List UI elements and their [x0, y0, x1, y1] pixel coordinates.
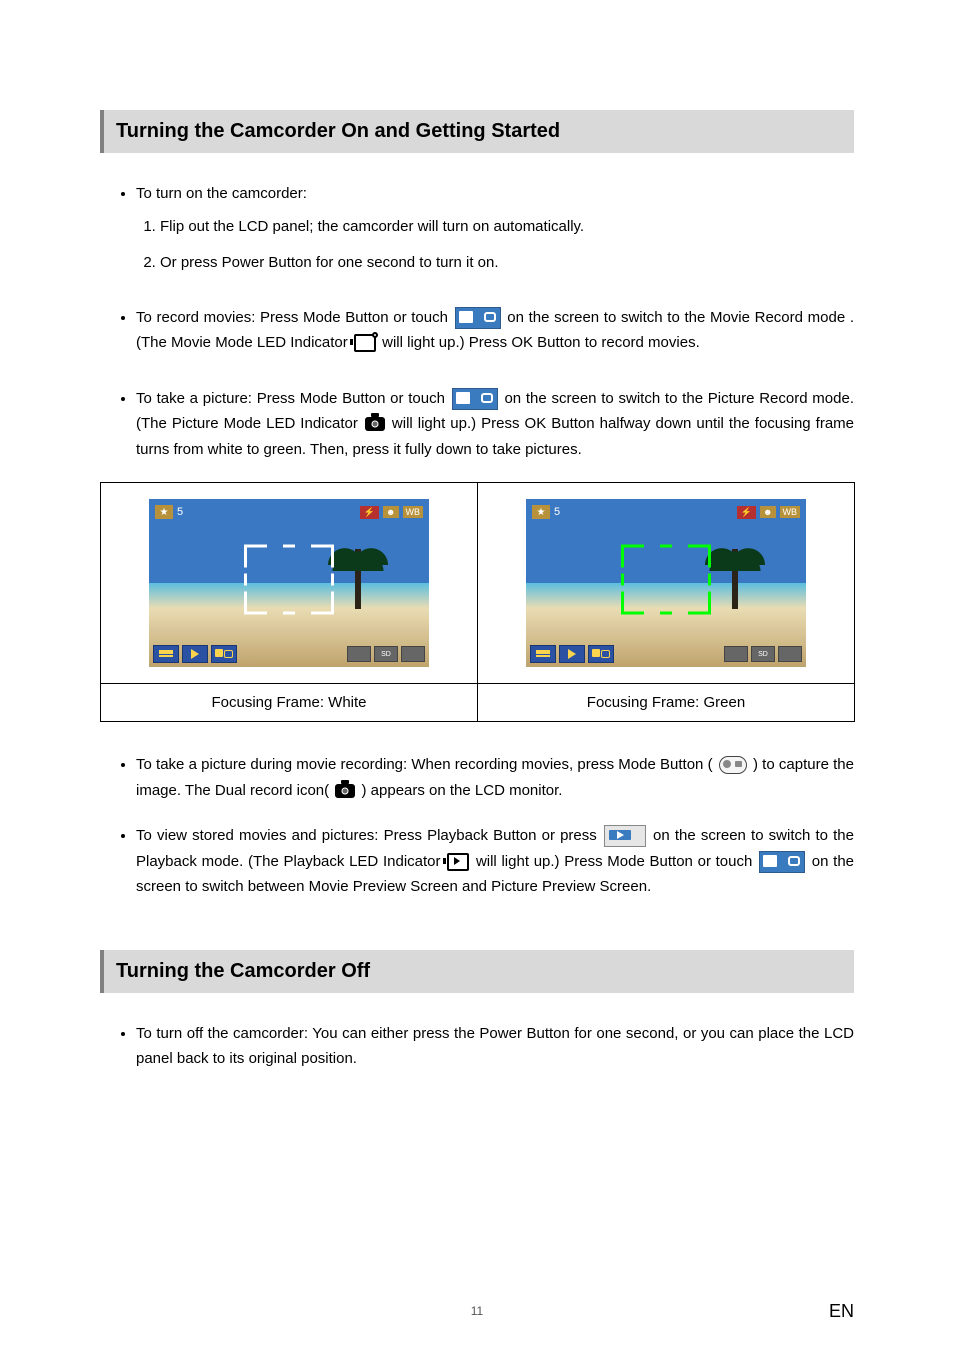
sd-chip: SD [751, 646, 775, 662]
section-a-list-2: To take a picture during movie recording… [100, 752, 854, 900]
battery-chip [778, 646, 802, 662]
flash-icon: ⚡ [737, 506, 756, 519]
focusing-frame-table: ★ 5 ⚡ ☻ WB [100, 482, 855, 722]
caption-green: Focusing Frame: Green [478, 684, 855, 722]
focus-frame-green [621, 545, 711, 615]
face-icon: ☻ [760, 506, 775, 518]
frame-white-cell: ★ 5 ⚡ ☻ WB [101, 483, 478, 684]
record-movies-item: To record movies: Press Mode Button or t… [136, 305, 854, 356]
section-title-turn-on: Turning the Camcorder On and Getting Sta… [100, 110, 854, 153]
timer-chip [724, 646, 748, 662]
mode-icon [588, 645, 614, 663]
lcd-bottom-overlay: SD [153, 645, 425, 663]
lcd-top-overlay: ★ 5 ⚡ ☻ WB [155, 505, 423, 519]
page-number: 11 [0, 1304, 954, 1318]
step-1: Flip out the LCD panel; the camcorder wi… [160, 215, 854, 239]
table-row: Focusing Frame: White Focusing Frame: Gr… [101, 684, 855, 722]
turn-off-text: To turn off the camcorder: You can eithe… [136, 1021, 854, 1072]
table-row: ★ 5 ⚡ ☻ WB [101, 483, 855, 684]
menu-icon [530, 645, 556, 663]
focus-frame-white [244, 545, 334, 615]
wb-label: WB [403, 506, 424, 518]
section-title-turn-off: Turning the Camcorder Off [100, 950, 854, 993]
palm-tree-graphic [732, 549, 738, 609]
overlay-count: 5 [554, 506, 560, 518]
record-movies-before: To record movies: Press Mode Button or t… [136, 309, 453, 326]
mode-icon [211, 645, 237, 663]
play-icon [182, 645, 208, 663]
dual-record-item: To take a picture during movie recording… [136, 752, 854, 803]
frame-green-cell: ★ 5 ⚡ ☻ WB [478, 483, 855, 684]
sd-chip: SD [374, 646, 398, 662]
mode-switch-icon [452, 388, 498, 410]
timer-chip [347, 646, 371, 662]
battery-chip [401, 646, 425, 662]
playback-led-icon [447, 853, 469, 871]
language-label: EN [829, 1301, 854, 1322]
view-stored-mid2: will light up.) Press Mode Button or tou… [476, 853, 757, 870]
turn-on-intro: To turn on the camcorder: Flip out the L… [136, 181, 854, 275]
lcd-top-overlay: ★ 5 ⚡ ☻ WB [532, 505, 800, 519]
star-icon: ★ [532, 505, 550, 519]
dual-record-before: To take a picture during movie recording… [136, 756, 713, 773]
dual-record-after: ) appears on the LCD monitor. [362, 782, 563, 799]
palm-tree-graphic [355, 549, 361, 609]
take-picture-item: To take a picture: Press Mode Button or … [136, 386, 854, 463]
mode-switch-icon [455, 307, 501, 329]
caption-white: Focusing Frame: White [101, 684, 478, 722]
lcd-screenshot-green: ★ 5 ⚡ ☻ WB [526, 499, 806, 667]
star-icon: ★ [155, 505, 173, 519]
section-a-list: To turn on the camcorder: Flip out the L… [100, 181, 854, 462]
wb-label: WB [780, 506, 801, 518]
menu-icon [153, 645, 179, 663]
overlay-count: 5 [177, 506, 183, 518]
record-movies-after: will light up.) Press OK Button to recor… [382, 334, 700, 351]
flash-icon: ⚡ [360, 506, 379, 519]
dual-record-camera-icon [335, 784, 355, 798]
play-icon [559, 645, 585, 663]
camera-led-icon [365, 417, 385, 431]
intro-text: To turn on the camcorder: [136, 185, 307, 202]
page: Turning the Camcorder On and Getting Sta… [0, 0, 954, 1350]
playback-button-icon [604, 825, 646, 847]
take-picture-before: To take a picture: Press Mode Button or … [136, 390, 450, 407]
movie-led-icon [354, 334, 376, 352]
page-footer: 11 EN [0, 1304, 954, 1318]
face-icon: ☻ [383, 506, 398, 518]
view-stored-item: To view stored movies and pictures: Pres… [136, 823, 854, 900]
section-b-list: To turn off the camcorder: You can eithe… [100, 1021, 854, 1072]
mode-switch-icon [759, 851, 805, 873]
lcd-bottom-overlay: SD [530, 645, 802, 663]
mode-button-round-icon [719, 756, 747, 774]
lcd-screenshot-white: ★ 5 ⚡ ☻ WB [149, 499, 429, 667]
view-stored-before: To view stored movies and pictures: Pres… [136, 827, 602, 844]
turn-on-steps: Flip out the LCD panel; the camcorder wi… [136, 215, 854, 275]
step-2: Or press Power Button for one second to … [160, 251, 854, 275]
